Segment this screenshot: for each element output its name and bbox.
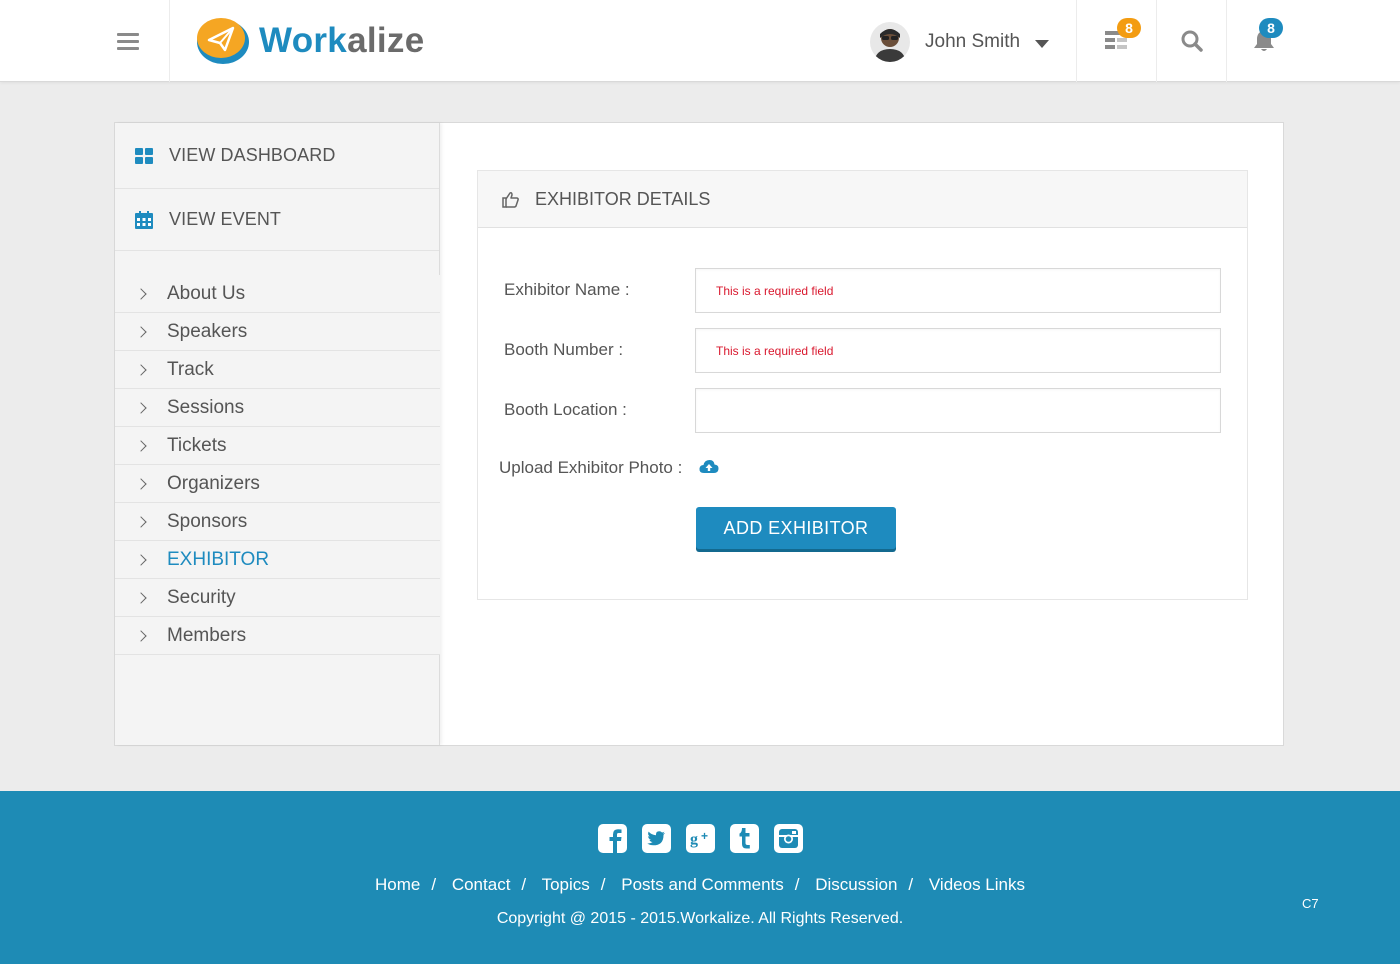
sidebar-item-view-event[interactable]: VIEW EVENT <box>115 189 439 251</box>
footer-link-discussion[interactable]: Discussion <box>815 875 897 894</box>
app-logo[interactable]: Workalize <box>195 16 424 66</box>
sidebar-item-label: About Us <box>167 282 246 304</box>
footer-link-home[interactable]: Home <box>375 875 420 894</box>
sidebar-item-view-dashboard[interactable]: VIEW DASHBOARD <box>115 123 439 189</box>
footer-link-videos-links[interactable]: Videos Links <box>929 875 1025 894</box>
footer-links: Home / Contact / Topics / Posts and Comment… <box>0 875 1400 895</box>
sidebar-item-label: Tickets <box>167 434 227 456</box>
user-menu[interactable]: John Smith <box>870 22 1050 62</box>
footer-link-contact[interactable]: Contact <box>452 875 511 894</box>
notifications-button[interactable]: 8 <box>1226 0 1300 82</box>
sidebar-item-label: VIEW EVENT <box>169 209 282 229</box>
sidebar-item-label: Organizers <box>167 472 260 494</box>
form-row-booth-location: Booth Location : <box>478 388 1249 434</box>
sidebar-item-organizers[interactable]: Organizers <box>115 465 440 503</box>
booth-number-label: Booth Number : <box>504 340 624 359</box>
chevron-right-icon <box>135 553 147 566</box>
footer-link-topics[interactable]: Topics <box>542 875 590 894</box>
booth-number-field[interactable]: This is a required field <box>695 328 1221 373</box>
svg-text:+: + <box>701 829 708 843</box>
add-exhibitor-button[interactable]: ADD EXHIBITOR <box>696 507 896 549</box>
footer-link-posts-comments[interactable]: Posts and Comments <box>621 875 784 894</box>
sidebar-nav-list: About Us Speakers Track Sessions Tickets… <box>115 275 440 655</box>
sidebar-item-sessions[interactable]: Sessions <box>115 389 440 427</box>
sidebar: VIEW DASHBOARD VIEW EVENT About Us Speak… <box>115 123 440 745</box>
footer-separator: / <box>794 875 800 894</box>
thumbs-up-icon <box>502 191 519 208</box>
tumblr-icon[interactable] <box>730 824 759 853</box>
cloud-upload-icon[interactable] <box>699 459 719 475</box>
sidebar-item-label: EXHIBITOR <box>167 548 270 570</box>
calendar-icon <box>135 210 153 229</box>
chevron-right-icon <box>135 439 147 452</box>
sidebar-item-speakers[interactable]: Speakers <box>115 313 440 351</box>
logo-text: Workalize <box>259 21 425 60</box>
chevron-down-icon <box>1035 39 1050 48</box>
chevron-right-icon <box>135 401 147 414</box>
search-icon <box>1181 30 1203 52</box>
chevron-right-icon <box>135 325 147 338</box>
sidebar-item-sponsors[interactable]: Sponsors <box>115 503 440 541</box>
card-title: EXHIBITOR DETAILS <box>535 188 711 209</box>
chevron-right-icon <box>135 591 147 604</box>
exhibitor-name-label: Exhibitor Name : <box>504 280 630 299</box>
menu-button[interactable] <box>86 0 170 82</box>
sidebar-item-label: Track <box>167 358 214 380</box>
chevron-right-icon <box>135 477 147 490</box>
upload-photo-label: Upload Exhibitor Photo : <box>499 458 683 477</box>
copyright: Copyright @ 2015 - 2015.Workalize. All R… <box>496 910 904 927</box>
exhibitor-name-field[interactable]: This is a required field <box>695 268 1221 313</box>
footer-separator: / <box>521 875 527 894</box>
hamburger-icon <box>116 32 139 50</box>
twitter-icon[interactable] <box>642 824 671 853</box>
social-links: g + <box>598 824 803 853</box>
footer-separator: / <box>908 875 914 894</box>
form-row-booth-number: Booth Number : This is a required field <box>478 328 1249 374</box>
sidebar-item-label: Security <box>167 586 236 608</box>
chevron-right-icon <box>135 363 147 376</box>
facebook-icon[interactable] <box>598 824 627 853</box>
main-panel: VIEW DASHBOARD VIEW EVENT About Us Speak… <box>114 122 1284 746</box>
avatar <box>870 22 910 62</box>
tasks-button[interactable]: 8 <box>1076 0 1156 82</box>
sidebar-item-members[interactable]: Members <box>115 617 440 655</box>
sidebar-item-tickets[interactable]: Tickets <box>115 427 440 465</box>
form-row-exhibitor-name: Exhibitor Name : This is a required fiel… <box>478 268 1249 314</box>
chevron-right-icon <box>135 515 147 528</box>
instagram-icon[interactable] <box>774 824 803 853</box>
google-plus-icon[interactable]: g + <box>686 824 715 853</box>
footer-separator: / <box>431 875 437 894</box>
sidebar-item-exhibitor[interactable]: EXHIBITOR <box>115 541 440 579</box>
exhibitor-name-error: This is a required field <box>716 283 834 298</box>
notifications-badge: 8 <box>1259 18 1283 38</box>
sidebar-item-label: Speakers <box>167 320 248 342</box>
chevron-right-icon <box>135 629 147 642</box>
top-header: Workalize John Smith 8 8 <box>0 0 1400 82</box>
dashboard-icon <box>135 147 153 164</box>
booth-location-field[interactable] <box>695 388 1221 433</box>
search-button[interactable] <box>1156 0 1226 82</box>
exhibitor-form-card: EXHIBITOR DETAILS Exhibitor Name : This … <box>477 170 1248 600</box>
paper-plane-logo-icon <box>197 18 249 64</box>
svg-text:g: g <box>690 831 698 848</box>
tasks-badge: 8 <box>1117 18 1141 38</box>
sidebar-item-security[interactable]: Security <box>115 579 440 617</box>
sidebar-item-about-us[interactable]: About Us <box>115 275 440 313</box>
sidebar-item-label: Sessions <box>167 396 245 418</box>
user-name: John Smith <box>925 31 1021 52</box>
booth-location-label: Booth Location : <box>504 400 627 419</box>
footer-separator: / <box>600 875 606 894</box>
sidebar-item-label: Sponsors <box>167 510 248 532</box>
sidebar-item-label: Members <box>167 624 247 646</box>
sidebar-item-label: VIEW DASHBOARD <box>169 145 336 165</box>
booth-number-error: This is a required field <box>716 343 834 358</box>
chevron-right-icon <box>135 287 147 300</box>
card-header: EXHIBITOR DETAILS <box>478 171 1247 228</box>
footer-code: C7 <box>1302 896 1319 911</box>
footer: g + Home / Contact / Topics / Posts and Com… <box>0 791 1400 964</box>
sidebar-item-track[interactable]: Track <box>115 351 440 389</box>
